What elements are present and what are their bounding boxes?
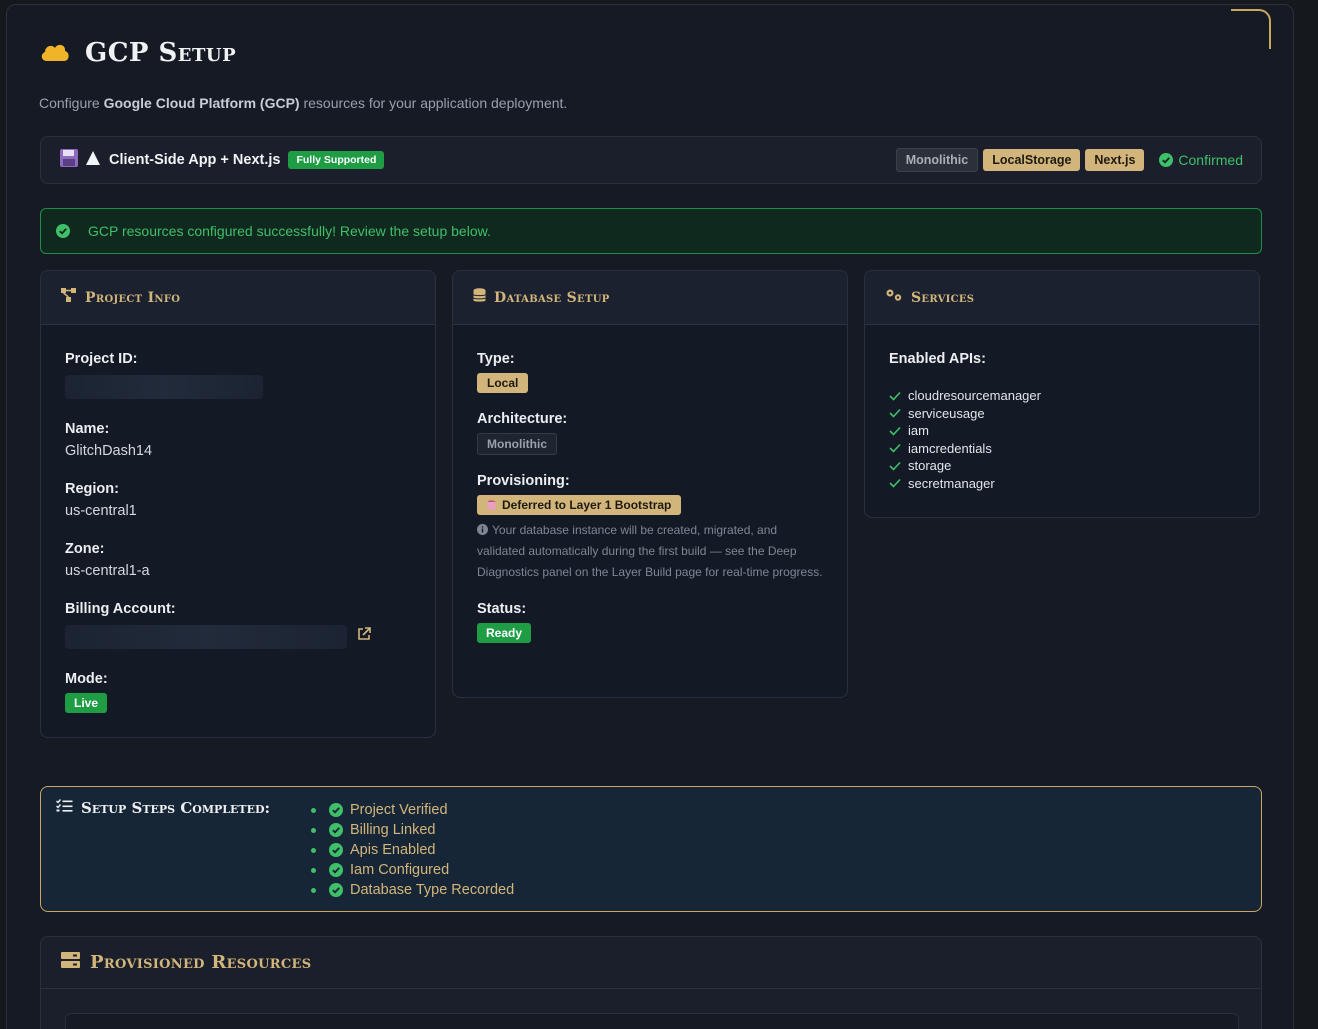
cloud-icon bbox=[39, 40, 71, 67]
triangle-icon bbox=[85, 150, 101, 171]
project-info-title: Project Info bbox=[85, 289, 181, 306]
project-info-header: Project Info bbox=[41, 271, 435, 325]
project-id-redacted bbox=[65, 375, 263, 399]
resources-content bbox=[65, 1013, 1239, 1029]
api-item: storage bbox=[889, 457, 1235, 475]
api-item: iam bbox=[889, 422, 1235, 440]
architecture-badge: Monolithic bbox=[477, 433, 557, 455]
status-label: Status: bbox=[477, 600, 527, 617]
step-item: Iam Configured bbox=[311, 860, 514, 880]
provisioning-label: Provisioning: bbox=[477, 473, 570, 489]
check-circle-icon bbox=[329, 883, 343, 897]
task-list-icon bbox=[56, 799, 73, 817]
main-panel: GCP Setup Configure Google Cloud Platfor… bbox=[6, 4, 1294, 1029]
api-item: secretmanager bbox=[889, 475, 1235, 493]
page-subtitle: Configure Google Cloud Platform (GCP) re… bbox=[39, 95, 568, 111]
confirmed-status: Confirmed bbox=[1159, 152, 1243, 168]
zone-value: us-central1-a bbox=[65, 563, 150, 579]
services-title: Services bbox=[911, 289, 975, 306]
external-link-icon[interactable] bbox=[357, 626, 371, 646]
api-item: iamcredentials bbox=[889, 440, 1235, 458]
setup-steps-list: Project Verified Billing Linked Apis Ena… bbox=[311, 800, 514, 900]
floppy-disk-icon bbox=[59, 148, 79, 173]
support-badge: Fully Supported bbox=[288, 151, 385, 169]
project-info-card: Project Info Project ID: Name: GlitchDas… bbox=[40, 270, 436, 738]
check-circle-icon bbox=[1159, 153, 1174, 167]
step-item: Apis Enabled bbox=[311, 840, 514, 860]
setup-steps-title: Setup Steps Completed: bbox=[81, 799, 271, 817]
check-circle-icon bbox=[329, 863, 343, 877]
enabled-apis-label: Enabled APIs: bbox=[889, 351, 986, 367]
tag-framework: Next.js bbox=[1085, 149, 1145, 171]
zone-label: Zone: bbox=[65, 541, 105, 557]
name-label: Name: bbox=[65, 421, 110, 437]
check-circle-icon bbox=[329, 803, 343, 817]
check-icon bbox=[889, 426, 901, 436]
mode-badge: Live bbox=[65, 693, 108, 713]
check-circle-icon bbox=[56, 224, 70, 238]
mode-label: Mode: bbox=[65, 671, 108, 687]
corner-accent bbox=[1231, 9, 1271, 49]
info-icon bbox=[477, 523, 488, 535]
name-value: GlitchDash14 bbox=[65, 443, 153, 459]
check-icon bbox=[889, 461, 901, 471]
database-setup-title: Database Setup bbox=[494, 289, 610, 306]
architecture-label: Architecture: bbox=[477, 411, 568, 427]
database-setup-header: Database Setup bbox=[453, 271, 847, 325]
tag-architecture: Monolithic bbox=[895, 148, 979, 172]
services-header: Services bbox=[865, 271, 1259, 325]
page-header: GCP Setup bbox=[39, 38, 236, 68]
stack-summary-bar: Client-Side App + Next.js Fully Supporte… bbox=[40, 136, 1262, 184]
page-title: GCP Setup bbox=[85, 38, 237, 68]
region-value: us-central1 bbox=[65, 503, 137, 519]
database-setup-card: Database Setup Type: Local Architecture:… bbox=[452, 270, 848, 698]
provisioned-resources-header: Provisioned Resources bbox=[41, 937, 1261, 989]
services-card: Services Enabled APIs: cloudresourcemana… bbox=[864, 270, 1260, 518]
check-circle-icon bbox=[329, 823, 343, 837]
db-type-badge: Local bbox=[477, 373, 529, 393]
billing-label: Billing Account: bbox=[65, 601, 176, 617]
provisioned-resources-title: Provisioned Resources bbox=[90, 952, 312, 973]
success-message: GCP resources configured successfully! R… bbox=[88, 223, 491, 239]
billing-account-redacted bbox=[65, 625, 347, 649]
api-item: cloudresourcemanager bbox=[889, 387, 1235, 405]
api-list: cloudresourcemanager serviceusage iam ia… bbox=[889, 387, 1235, 492]
tag-storage: LocalStorage bbox=[983, 149, 1081, 171]
project-diagram-icon bbox=[61, 288, 77, 307]
provisioning-badge: Deferred to Layer 1 Bootstrap bbox=[477, 495, 682, 515]
check-icon bbox=[889, 409, 901, 418]
project-id-label: Project ID: bbox=[65, 351, 138, 367]
step-item: Project Verified bbox=[311, 800, 514, 820]
gears-icon bbox=[885, 288, 903, 307]
check-icon bbox=[889, 479, 901, 488]
step-item: Database Type Recorded bbox=[311, 880, 514, 900]
setup-steps-header: Setup Steps Completed: bbox=[56, 799, 270, 817]
provisioning-note: Your database instance will be created, … bbox=[477, 522, 823, 579]
database-icon bbox=[473, 287, 486, 308]
success-alert: GCP resources configured successfully! R… bbox=[40, 208, 1262, 254]
status-badge: Ready bbox=[477, 622, 532, 643]
server-icon bbox=[61, 952, 80, 973]
database-small-icon bbox=[487, 499, 496, 510]
step-item: Billing Linked bbox=[311, 820, 514, 840]
check-icon bbox=[889, 391, 901, 401]
db-type-label: Type: bbox=[477, 351, 515, 367]
check-circle-icon bbox=[329, 843, 343, 857]
region-label: Region: bbox=[65, 481, 119, 497]
setup-steps-panel: Setup Steps Completed: Project Verified … bbox=[40, 786, 1262, 912]
api-item: serviceusage bbox=[889, 405, 1235, 423]
check-icon bbox=[889, 444, 901, 453]
provisioned-resources-panel: Provisioned Resources bbox=[40, 936, 1262, 1029]
stack-name: Client-Side App + Next.js bbox=[109, 152, 281, 168]
